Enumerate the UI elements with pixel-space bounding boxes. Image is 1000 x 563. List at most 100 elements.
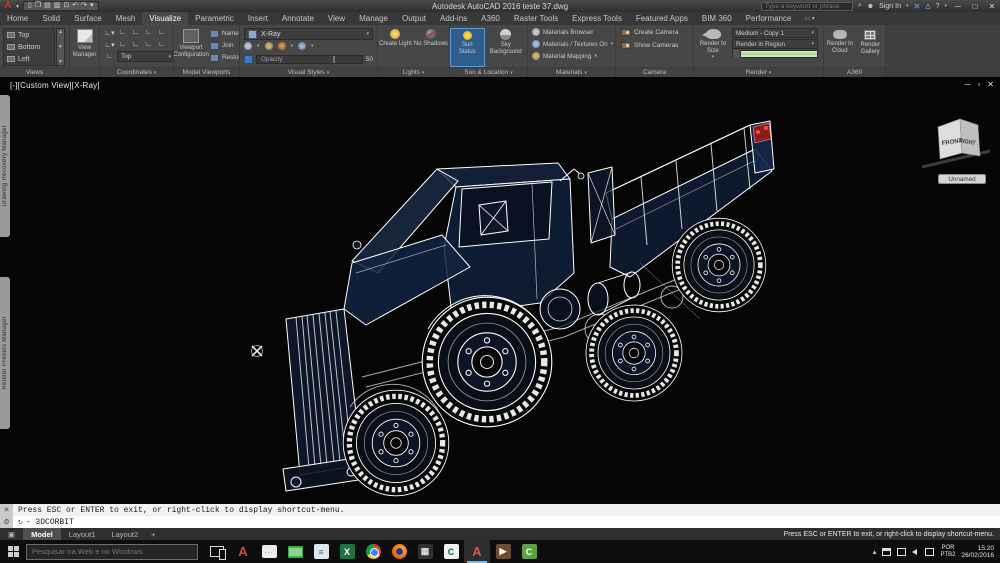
panel-dropdown-icon[interactable]: ▾ bbox=[510, 70, 513, 76]
opacity-icon[interactable] bbox=[244, 55, 253, 64]
chevron-down-icon[interactable]: ▾ bbox=[291, 43, 294, 49]
tab-model[interactable]: Model bbox=[23, 528, 61, 540]
edge-effects-icon[interactable] bbox=[265, 42, 273, 50]
new-layout-button[interactable]: + bbox=[146, 530, 160, 539]
videos-folder-taskbar-icon[interactable] bbox=[282, 540, 308, 563]
scroll-more-icon[interactable]: ▼ bbox=[58, 59, 63, 65]
firefox-taskbar-icon[interactable] bbox=[386, 540, 412, 563]
viewports-named-button[interactable]: Named bbox=[210, 28, 239, 39]
help-caret-icon[interactable]: ▾ bbox=[944, 3, 947, 9]
command-tools-icon[interactable]: ⚙ bbox=[0, 516, 13, 528]
ribbon-display-toggle[interactable]: ▭ ▾ bbox=[798, 12, 820, 25]
views-listbox[interactable]: TopBottomLeft bbox=[3, 28, 55, 66]
tab-mesh[interactable]: Mesh bbox=[109, 12, 143, 25]
render-to-size-button[interactable]: Render to Size ▾ bbox=[694, 27, 732, 67]
ucs-world-icon[interactable]: ∟ bbox=[104, 51, 115, 62]
stay-connected-icon[interactable]: △ bbox=[925, 2, 930, 10]
material-mapping-button[interactable]: Material Mapping▾ bbox=[528, 50, 615, 62]
scroll-down-icon[interactable]: ▼ bbox=[58, 44, 63, 50]
messaging-taskbar-icon[interactable]: ... bbox=[256, 540, 282, 563]
tab-manage[interactable]: Manage bbox=[352, 12, 395, 25]
help-icon[interactable]: ? bbox=[936, 3, 940, 10]
app-menu-caret-icon[interactable]: ▾ bbox=[16, 3, 19, 10]
tab-surface[interactable]: Surface bbox=[67, 12, 109, 25]
viewports-restore-button[interactable]: Restore bbox=[210, 52, 239, 63]
exchange-search-icon[interactable]: ⌕ bbox=[858, 2, 862, 10]
tab-performance[interactable]: Performance bbox=[739, 12, 799, 25]
tab-bim-360[interactable]: BIM 360 bbox=[695, 12, 739, 25]
view-item-bottom[interactable]: Bottom bbox=[4, 41, 54, 53]
tab-a360[interactable]: A360 bbox=[474, 12, 507, 25]
tab-output[interactable]: Output bbox=[395, 12, 433, 25]
panel-dropdown-icon[interactable]: ▾ bbox=[154, 70, 157, 76]
tab-layout1[interactable]: Layout1 bbox=[61, 528, 104, 540]
save-as-icon[interactable]: ▥ bbox=[54, 2, 61, 10]
view-manager-button[interactable]: View Manager bbox=[70, 27, 99, 58]
open-file-icon[interactable]: ❐ bbox=[35, 2, 41, 10]
language-indicator[interactable]: POR PTB2 bbox=[940, 545, 955, 558]
tab-layout2[interactable]: Layout2 bbox=[103, 528, 146, 540]
plot-icon[interactable]: ⊡ bbox=[63, 2, 69, 10]
qat-customize-icon[interactable]: ▾ bbox=[90, 2, 94, 10]
tab-view[interactable]: View bbox=[321, 12, 352, 25]
minimize-button[interactable]: ─ bbox=[952, 2, 964, 11]
close-button[interactable]: ✕ bbox=[986, 2, 998, 11]
save-icon[interactable]: ▤ bbox=[44, 2, 51, 10]
tab-parametric[interactable]: Parametric bbox=[188, 12, 241, 25]
ucs-icon[interactable]: ∟▾ bbox=[104, 39, 115, 50]
texture-icon[interactable] bbox=[278, 42, 286, 50]
shading-icon[interactable] bbox=[298, 42, 306, 50]
taskbar-search-input[interactable] bbox=[26, 544, 198, 560]
excel-taskbar-icon[interactable]: X bbox=[334, 540, 360, 563]
ucs-icon[interactable]: ∟ bbox=[143, 27, 154, 38]
network-tray-icon[interactable] bbox=[925, 548, 934, 556]
no-shadows-button[interactable]: No Shadows bbox=[414, 28, 448, 67]
chevron-down-icon[interactable]: ▾ bbox=[257, 43, 260, 49]
ucs-icon[interactable]: ∟▾ bbox=[104, 27, 115, 38]
opacity-slider-handle[interactable] bbox=[333, 56, 335, 63]
tab-visualize[interactable]: Visualize bbox=[142, 12, 188, 25]
sun-status-toggle[interactable]: Sun Status bbox=[450, 28, 485, 67]
folder-tray-icon[interactable] bbox=[882, 548, 891, 556]
panel-dropdown-icon[interactable]: ▾ bbox=[584, 70, 587, 76]
create-camera-button[interactable]: Create Camera bbox=[616, 26, 693, 39]
media-player-taskbar-icon[interactable]: ▶ bbox=[490, 540, 516, 563]
drawing-canvas[interactable]: [-][Custom View][X-Ray] ─ ▫ ✕ Drawing Re… bbox=[0, 77, 1000, 504]
ucs-icon[interactable]: ∟ bbox=[117, 39, 128, 50]
command-input-row[interactable]: ⚙ ↻ - 3DCORBIT bbox=[0, 516, 1000, 528]
document-taskbar-icon[interactable]: ≡ bbox=[308, 540, 334, 563]
views-scrollbar[interactable]: ▲ ▼ ▼ bbox=[56, 28, 65, 66]
viewcube-named-view-button[interactable]: Unnamed bbox=[938, 174, 986, 184]
undo-icon[interactable]: ↶ bbox=[72, 2, 78, 10]
command-close-icon[interactable]: ✕ bbox=[0, 504, 13, 516]
visual-style-combo[interactable]: X-Ray ▾ bbox=[244, 28, 373, 40]
tab-home[interactable]: Home bbox=[0, 12, 35, 25]
paper-space-icon[interactable]: ▣ bbox=[0, 528, 23, 540]
calculator-taskbar-icon[interactable]: ▦ bbox=[412, 540, 438, 563]
chevron-down-icon[interactable]: ▾ bbox=[311, 43, 314, 49]
render-in-cloud-button[interactable]: Render in Cloud bbox=[824, 28, 856, 67]
tab-express-tools[interactable]: Express Tools bbox=[565, 12, 629, 25]
tab-solid[interactable]: Solid bbox=[35, 12, 67, 25]
sky-background-button[interactable]: Sky Background bbox=[485, 28, 527, 67]
tab-annotate[interactable]: Annotate bbox=[275, 12, 321, 25]
display-tray-icon[interactable] bbox=[897, 548, 906, 556]
task-view-taskbar-icon[interactable] bbox=[204, 540, 230, 563]
materials-browser-button[interactable]: Materials Browser bbox=[528, 26, 615, 38]
materials-textures-on-button[interactable]: Materials / Textures On▾ bbox=[528, 38, 615, 50]
camtasia-studio-taskbar-icon[interactable]: C bbox=[438, 540, 464, 563]
autocad-taskbar-icon[interactable]: A bbox=[464, 540, 490, 563]
viewport-configuration-button[interactable]: Viewport Configuration bbox=[174, 27, 208, 67]
exchange-apps-icon[interactable]: ✕ bbox=[913, 2, 920, 11]
view-item-left[interactable]: Left bbox=[4, 53, 54, 65]
opacity-slider[interactable]: Opacity bbox=[256, 55, 363, 64]
panel-dropdown-icon[interactable]: ▾ bbox=[422, 70, 425, 76]
render-preset-combo[interactable]: Medium - Copy 1 ▾ bbox=[732, 28, 818, 38]
maximize-button[interactable]: □ bbox=[969, 2, 981, 11]
hidden-icons-chevron-icon[interactable]: ▴ bbox=[873, 548, 877, 556]
panel-dropdown-icon[interactable]: ▾ bbox=[769, 70, 772, 76]
new-file-icon[interactable]: ▯ bbox=[28, 2, 32, 10]
viewports-join-button[interactable]: Join bbox=[210, 40, 239, 51]
sign-in-button[interactable]: Sign In bbox=[879, 3, 901, 10]
sign-in-caret-icon[interactable]: ▾ bbox=[906, 3, 909, 9]
